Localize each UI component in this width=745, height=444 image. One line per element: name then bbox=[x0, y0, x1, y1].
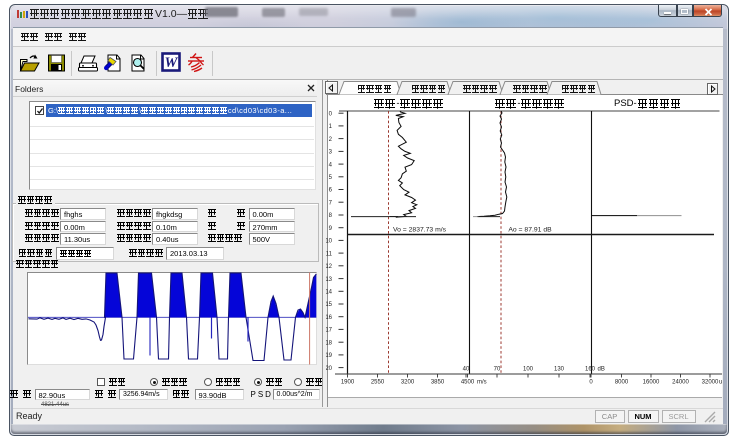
svg-text:19: 19 bbox=[326, 353, 333, 359]
svg-text:dB: dB bbox=[598, 367, 605, 373]
svg-text:100: 100 bbox=[523, 367, 534, 373]
svg-text:14: 14 bbox=[326, 290, 333, 296]
svg-text:32000: 32000 bbox=[702, 380, 719, 386]
svg-text:9: 9 bbox=[329, 226, 333, 232]
svg-text:7: 7 bbox=[329, 200, 333, 206]
svg-text:12: 12 bbox=[326, 264, 333, 270]
svg-text:11: 11 bbox=[326, 251, 333, 257]
svg-text:8000: 8000 bbox=[615, 380, 629, 386]
svg-text:1900: 1900 bbox=[341, 380, 355, 386]
svg-text:5: 5 bbox=[329, 175, 333, 181]
svg-text:2: 2 bbox=[329, 137, 333, 143]
svg-text:m/s: m/s bbox=[477, 380, 487, 386]
svg-text:W: W bbox=[165, 55, 179, 71]
svg-text:160: 160 bbox=[585, 367, 596, 373]
svg-text:70: 70 bbox=[494, 367, 501, 373]
svg-text:4: 4 bbox=[329, 162, 333, 168]
svg-text:18: 18 bbox=[326, 340, 333, 346]
svg-text:4500: 4500 bbox=[461, 380, 475, 386]
svg-text:Vo = 2837.73 m/s: Vo = 2837.73 m/s bbox=[393, 227, 447, 234]
svg-text:3850: 3850 bbox=[431, 380, 445, 386]
svg-text:40: 40 bbox=[463, 367, 470, 373]
svg-text:2550: 2550 bbox=[371, 380, 385, 386]
svg-text:17: 17 bbox=[326, 328, 333, 334]
svg-text:3: 3 bbox=[329, 150, 333, 156]
svg-text:24000: 24000 bbox=[672, 380, 689, 386]
svg-text:13: 13 bbox=[326, 277, 333, 283]
svg-text:20: 20 bbox=[326, 366, 333, 372]
svg-text:0: 0 bbox=[589, 380, 593, 386]
svg-text:15: 15 bbox=[326, 302, 333, 308]
svg-text:16000: 16000 bbox=[643, 380, 660, 386]
svg-text:6: 6 bbox=[329, 188, 333, 194]
svg-text:8: 8 bbox=[329, 213, 333, 219]
svg-text:130: 130 bbox=[554, 367, 565, 373]
svg-text:1: 1 bbox=[329, 124, 333, 130]
svg-text:u: u bbox=[719, 380, 722, 386]
svg-text:10: 10 bbox=[326, 239, 333, 245]
svg-text:16: 16 bbox=[326, 315, 333, 321]
svg-text:0: 0 bbox=[329, 111, 333, 117]
svg-text:3200: 3200 bbox=[401, 380, 415, 386]
svg-text:Ao = 87.91 dB: Ao = 87.91 dB bbox=[508, 227, 552, 234]
